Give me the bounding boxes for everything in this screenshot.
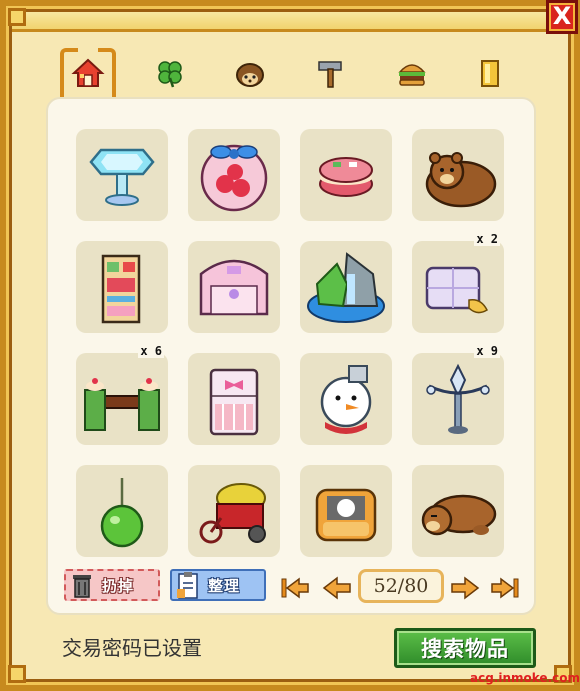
burger-icon [398,64,426,86]
arrow-left-icon [322,576,351,600]
tab-misc[interactable] [460,44,520,102]
pink-canopy-bed-icon [199,259,269,316]
clover-icon [158,61,182,88]
item-slot-flower-cart[interactable] [188,465,280,557]
item-slot-lamp-post[interactable]: x 9 [412,345,504,445]
item-slot-waterfall-rock[interactable] [300,241,392,333]
item-grid: x 2 x 6 x 9 [76,129,504,557]
item-slot-crystal-pedestal[interactable] [76,129,168,221]
search-items-button[interactable]: 搜索物品 [394,628,536,668]
item-slot-brown-bear-plush[interactable] [412,129,504,221]
item-slot-cake-hedge-fence[interactable]: x 6 [76,345,168,445]
lamp-post-icon [426,363,490,434]
waterfall-rock-icon [307,252,385,323]
tab-tools[interactable] [300,44,360,102]
sort-button[interactable]: 整理 [170,569,266,601]
first-page-icon [281,577,309,599]
ribbon-headboard-icon [209,368,259,436]
category-tabs [52,44,522,106]
item-slot-ribbon-headboard[interactable] [188,353,280,445]
item-quantity: x 2 [474,232,500,246]
macaron-icon [319,157,373,197]
flower-cart-icon [199,483,266,544]
last-page-button[interactable] [488,575,522,601]
inventory-panel: x 2 x 6 x 9 扔掉 整理 52/80 [46,97,536,615]
item-quantity: x 9 [474,344,500,358]
frame-corner-bottom-left [8,665,26,683]
lavender-pillow-icon [425,266,488,314]
decorated-cabinet-icon [101,254,141,324]
gold-bars-icon [481,60,499,87]
frame-corner-top-left [8,8,26,26]
last-page-icon [491,577,519,599]
green-apple-icon [100,478,144,548]
tab-food[interactable] [382,44,442,102]
ribbon-gift-jar-icon [200,144,268,212]
item-quantity: x 6 [138,344,164,358]
item-slot-pink-canopy-bed[interactable] [188,241,280,333]
item-slot-snowman[interactable] [300,353,392,445]
item-slot-green-apple[interactable] [76,465,168,557]
item-slot-armchair-cat[interactable] [300,465,392,557]
next-page-button[interactable] [448,575,482,601]
sleeping-bear-icon [421,494,497,536]
item-slot-macaron[interactable] [300,129,392,221]
cake-hedge-fence-icon [84,378,160,431]
watermark: acg.inmoke.com [470,671,580,685]
tab-home[interactable] [58,44,118,106]
item-slot-sleeping-bear[interactable] [412,465,504,557]
house-icon [71,58,105,87]
item-slot-ribbon-gift-jar[interactable] [188,129,280,221]
item-slot-lavender-pillow[interactable]: x 2 [412,233,504,333]
crystal-pedestal-icon [89,148,155,206]
snowman-icon [320,365,372,434]
sort-label: 整理 [208,576,241,595]
hedgehog-icon [236,63,264,87]
discard-button[interactable]: 扔掉 [64,569,160,601]
item-slot-decorated-cabinet[interactable] [76,241,168,333]
trash-can-icon [73,575,91,598]
tab-animals[interactable] [220,44,280,102]
clipboard-icon [177,572,198,599]
trade-password-status: 交易密码已设置 [62,636,202,660]
prev-page-button[interactable] [320,575,354,601]
armchair-cat-icon [315,488,377,542]
tab-plants[interactable] [140,44,200,102]
arrow-right-icon [451,576,480,600]
window-title-bar [12,12,558,32]
first-page-button[interactable] [278,575,312,601]
close-button[interactable]: X [546,0,578,34]
brown-bear-plush-icon [425,152,497,208]
page-indicator: 52/80 [358,569,444,603]
discard-label: 扔掉 [102,576,135,595]
hammer-icon [318,61,342,88]
